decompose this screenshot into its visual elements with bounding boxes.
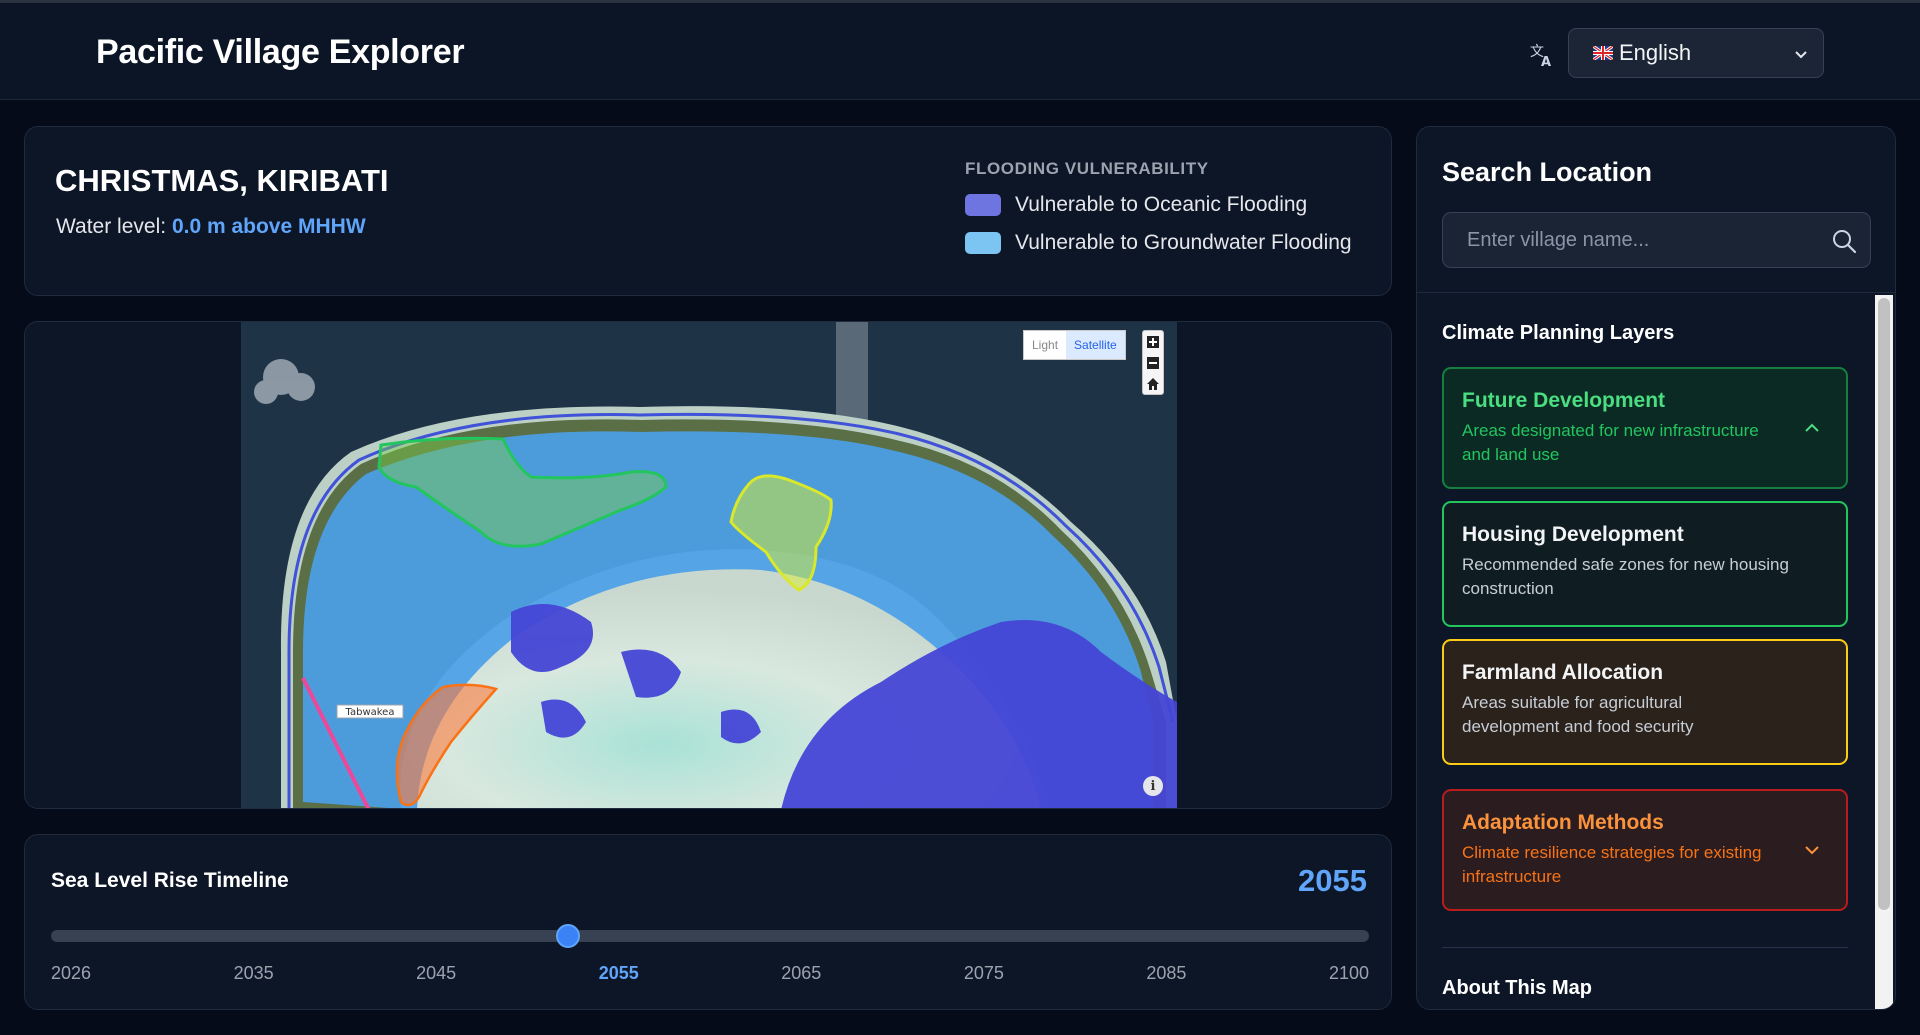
legend-swatch-oceanic: [965, 194, 1001, 216]
timeline-slider-track[interactable]: [51, 930, 1369, 942]
location-info-panel: CHRISTMAS, KIRIBATI Water level: 0.0 m a…: [24, 126, 1392, 296]
legend-item-oceanic: Vulnerable to Oceanic Flooding: [965, 193, 1352, 217]
app-title: Pacific Village Explorer: [96, 33, 465, 71]
svg-text:A: A: [1541, 55, 1551, 69]
timeline-tick[interactable]: 2075: [964, 963, 1004, 984]
timeline-tick[interactable]: 2085: [1146, 963, 1186, 984]
search-icon[interactable]: [1830, 227, 1858, 255]
layer-card-adaptation-methods[interactable]: Adaptation Methods Climate resilience st…: [1442, 789, 1848, 911]
timeline-slider-thumb[interactable]: [555, 924, 580, 948]
about-heading[interactable]: About This Map: [1442, 977, 1592, 1000]
layer-card-housing-development[interactable]: Housing Development Recommended safe zon…: [1442, 501, 1848, 627]
sidebar-title: Search Location: [1442, 157, 1653, 187]
map-canvas[interactable]: Tabwakea: [241, 322, 1177, 809]
home-icon: [1147, 377, 1159, 390]
layer-description: Climate resilience strategies for existi…: [1462, 843, 1762, 886]
layer-title: Farmland Allocation: [1462, 661, 1664, 684]
sidebar-scrollbar-thumb[interactable]: [1878, 298, 1890, 910]
layer-description: Recommended safe zones for new housing c…: [1462, 555, 1789, 598]
timeline-tick[interactable]: 2065: [781, 963, 821, 984]
legend-swatch-groundwater: [965, 232, 1001, 254]
legend-title: FLOODING VULNERABILITY: [965, 159, 1209, 178]
timeline-tick-selected[interactable]: 2055: [599, 963, 639, 984]
timeline-tick[interactable]: 2100: [1329, 963, 1369, 984]
water-level-label: Water level:: [56, 215, 167, 238]
layer-title: Future Development: [1462, 389, 1666, 412]
timeline-ticks: 2026 2035 2045 2055 2065 2075 2085 2100: [51, 963, 1369, 984]
sidebar-panel: Search Location Climate Planning Layers …: [1416, 126, 1896, 1010]
app-header: Pacific Village Explorer 文 A English: [0, 3, 1920, 100]
legend-label-oceanic: Vulnerable to Oceanic Flooding: [1015, 193, 1308, 216]
home-button[interactable]: [1143, 373, 1163, 394]
water-level: Water level: 0.0 m above MHHW: [56, 215, 366, 239]
layers-heading: Climate Planning Layers: [1442, 322, 1675, 344]
zoom-in-button[interactable]: [1143, 331, 1163, 352]
layer-description: Areas suitable for agricultural developm…: [1462, 693, 1694, 736]
place-label-tabwakea: Tabwakea: [345, 707, 395, 718]
layer-title: Housing Development: [1462, 523, 1684, 546]
zoom-out-button[interactable]: [1143, 352, 1163, 373]
water-level-value: 0.0 m above MHHW: [171, 215, 366, 238]
timeline-title: Sea Level Rise Timeline: [51, 869, 289, 892]
about-divider: [1442, 947, 1848, 948]
search-input[interactable]: [1443, 213, 1803, 267]
uk-flag-icon: [1593, 46, 1613, 60]
chevron-up-icon[interactable]: [1802, 418, 1822, 438]
layer-description: Areas designated for new infrastructure …: [1462, 421, 1759, 464]
timeline-tick[interactable]: 2045: [416, 963, 456, 984]
timeline-panel: Sea Level Rise Timeline 2055 2026 2035 2…: [24, 834, 1392, 1010]
map-panel: Tabwakea Light Satellite i: [24, 321, 1392, 809]
flooding-legend: FLOODING VULNERABILITY Vulnerable to Oce…: [965, 159, 1352, 255]
zoom-in-icon: [1147, 335, 1159, 348]
info-icon[interactable]: i: [1143, 776, 1163, 796]
zoom-out-icon: [1147, 356, 1159, 369]
location-name: CHRISTMAS, KIRIBATI: [55, 163, 389, 198]
legend-label-groundwater: Vulnerable to Groundwater Flooding: [1015, 231, 1352, 254]
search-box: [1442, 212, 1871, 268]
basemap-toggle: Light Satellite: [1023, 330, 1126, 360]
layer-title: Adaptation Methods: [1462, 811, 1664, 834]
map-controls: [1142, 330, 1164, 395]
timeline-selected-year: 2055: [1298, 863, 1367, 898]
chevron-down-icon: [1795, 51, 1807, 59]
translate-icon: 文 A: [1530, 44, 1551, 69]
chevron-down-icon[interactable]: [1802, 840, 1822, 860]
layer-card-future-development[interactable]: Future Development Areas designated for …: [1442, 367, 1848, 489]
layer-card-farmland-allocation[interactable]: Farmland Allocation Areas suitable for a…: [1442, 639, 1848, 765]
language-label: English: [1619, 40, 1692, 65]
timeline-tick[interactable]: 2035: [234, 963, 274, 984]
sidebar-divider: [1417, 292, 1895, 293]
language-select[interactable]: English: [1568, 28, 1824, 78]
timeline-tick[interactable]: 2026: [51, 963, 91, 984]
legend-item-groundwater: Vulnerable to Groundwater Flooding: [965, 231, 1352, 255]
basemap-light-button[interactable]: Light: [1024, 331, 1066, 359]
basemap-satellite-button[interactable]: Satellite: [1066, 331, 1125, 359]
